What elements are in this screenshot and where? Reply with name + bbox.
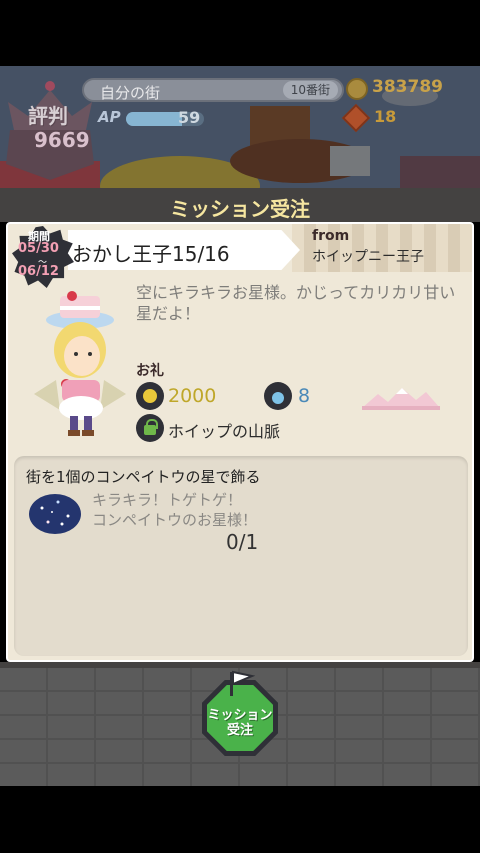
- top-hud: 評判 9669 自分の街 10番街 AP 59 383789 18: [0, 66, 480, 188]
- bottom-letterbox: [0, 786, 480, 853]
- game-screen: 評判 9669 自分の街 10番街 AP 59 383789 18 ミッション受…: [0, 0, 480, 853]
- mission-name: おかし王子15/16: [72, 242, 230, 266]
- objective-flavor-line-2: コンペイトウのお星様！: [92, 511, 258, 529]
- coin-reward-amount: 2000: [168, 385, 217, 407]
- mission-detail-panel: おかし王子15/16 期間 05/30 〜 06/12 from ホイップニー王…: [6, 222, 474, 662]
- reputation-value: 9669: [34, 128, 90, 152]
- prince-character-image: [34, 291, 126, 436]
- period-badge: 期間 05/30 〜 06/12: [12, 226, 74, 288]
- konpeito-star-image: [29, 494, 81, 534]
- coin-count: 383789: [372, 77, 443, 97]
- gem-count: 18: [374, 107, 397, 126]
- dialog-title: ミッション受注: [170, 197, 310, 221]
- ap-label: AP: [98, 108, 121, 126]
- from-name: ホイップニー王子: [312, 249, 424, 265]
- potion-reward-amount: 8: [298, 385, 311, 407]
- town-rank: 10番街: [282, 81, 338, 99]
- objective-flavor-text: キラキラ！トゲトゲ！ コンペイトウのお星様！: [92, 490, 257, 530]
- objective-flavor-line-1: キラキラ！トゲトゲ！: [92, 491, 243, 509]
- coin-icon: [346, 78, 368, 100]
- accept-mission-button[interactable]: ミッション 受注: [196, 670, 284, 756]
- town-name: 自分の街: [100, 84, 161, 102]
- accept-button-label-line-2: 受注: [226, 723, 253, 738]
- objective-box: 街を1個のコンペイトウの星で飾る キラキラ！トゲトゲ！ コンペイトウのお星様！ …: [14, 456, 468, 656]
- mission-description: 空にキラキラお星様。かじってカリカリ甘い星だよ！: [136, 283, 456, 323]
- objective-title: 街を1個のコンペイトウの星で飾る: [26, 468, 261, 486]
- ap-bar-fill: [126, 112, 183, 126]
- accept-button-label-line-1: ミッション: [207, 708, 273, 723]
- reward-label: お礼: [136, 363, 164, 379]
- from-label: from: [312, 228, 350, 244]
- reputation-label: 評判: [28, 104, 68, 128]
- period-start: 05/30: [18, 241, 59, 256]
- ap-value: 59: [178, 108, 201, 127]
- objective-progress: 0/1: [226, 530, 259, 554]
- flag-icon: [230, 670, 256, 696]
- unlock-item-name: ホイップの山脈: [168, 422, 281, 441]
- mission-dialog-header: ミッション受注: [0, 188, 480, 222]
- period-end: 06/12: [18, 264, 59, 279]
- potion-reward-icon: [264, 382, 292, 410]
- town-name-bar[interactable]: 自分の街 10番街: [82, 78, 344, 102]
- coin-reward-icon: [136, 382, 164, 410]
- unlock-icon: [136, 414, 164, 442]
- accept-button-label: ミッション 受注: [202, 708, 278, 738]
- mountain-reward-image: [362, 388, 440, 410]
